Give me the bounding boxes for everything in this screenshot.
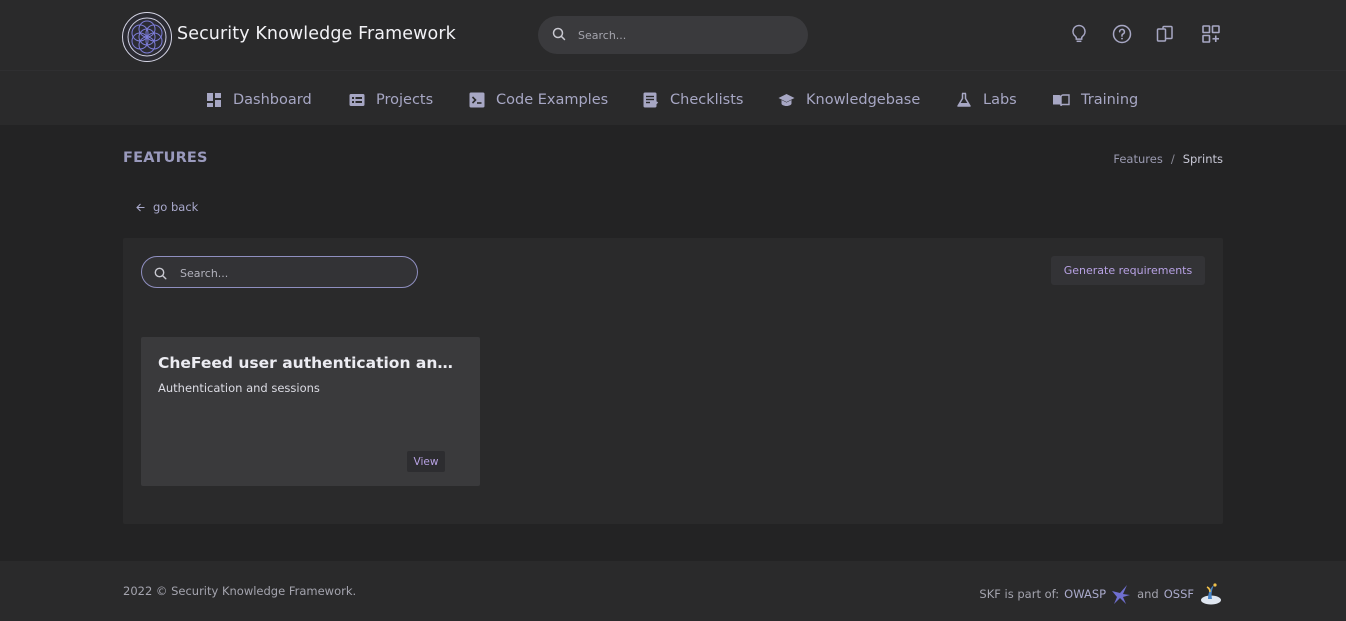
nav-dashboard[interactable]: Dashboard: [206, 89, 312, 111]
sprint-card-subtitle: Authentication and sessions: [158, 381, 320, 395]
flask-icon: [957, 92, 971, 107]
nav-projects-label: Projects: [376, 92, 434, 108]
search-icon: [154, 267, 167, 280]
help-circle-icon[interactable]: [1111, 23, 1133, 45]
nav-labs-label: Labs: [983, 92, 1017, 108]
sprint-search-input[interactable]: [180, 263, 405, 283]
nav-checklists-label: Checklists: [670, 92, 744, 108]
sprint-card: CheFeed user authentication and sessions…: [141, 337, 480, 486]
nav-training-label: Training: [1081, 92, 1139, 108]
search-icon: [552, 27, 566, 41]
nav-code-examples[interactable]: Code Examples: [469, 89, 608, 111]
nav-knowledgebase[interactable]: Knowledgebase: [778, 89, 920, 111]
school-icon: [778, 94, 795, 106]
top-bar: Security Knowledge Framework: [0, 0, 1346, 70]
arrow-left-icon: [136, 203, 145, 211]
brand-title[interactable]: Security Knowledge Framework: [177, 24, 456, 44]
page-title: FEATURES: [123, 150, 208, 166]
owasp-logo-icon[interactable]: [1110, 583, 1132, 605]
ossf-logo-icon[interactable]: [1199, 581, 1223, 607]
nav-knowledgebase-label: Knowledgebase: [806, 92, 921, 108]
dashboard-icon: [207, 93, 221, 107]
projects-icon: [349, 94, 365, 106]
partner-prefix: SKF is part of:: [979, 587, 1060, 601]
terminal-icon: [469, 92, 485, 108]
partner-links: SKF is part of: OWASP and OSSF: [979, 581, 1223, 607]
ossf-link[interactable]: OSSF: [1164, 587, 1194, 601]
global-search-input[interactable]: [578, 25, 788, 45]
go-back-link[interactable]: go back: [136, 200, 198, 214]
and-text: and: [1137, 587, 1159, 601]
skf-logo[interactable]: [122, 12, 172, 62]
owasp-link[interactable]: OWASP: [1064, 587, 1106, 601]
breadcrumb-separator: /: [1170, 152, 1175, 166]
main-nav: Dashboard Projects Code Examples Checkli…: [0, 70, 1346, 125]
breadcrumb: Features / Sprints: [1113, 152, 1223, 166]
breadcrumb-sprints: Sprints: [1182, 152, 1223, 166]
book-open-icon: [1053, 94, 1070, 107]
sprint-card-title: CheFeed user authentication and sessions: [158, 354, 461, 372]
sprint-search: [141, 256, 418, 288]
footer: 2022 © Security Knowledge Framework. SKF…: [0, 561, 1346, 621]
nav-projects[interactable]: Projects: [349, 89, 433, 111]
view-sprint-button[interactable]: View: [407, 451, 445, 472]
breadcrumb-features[interactable]: Features: [1113, 152, 1162, 166]
lightbulb-icon[interactable]: [1068, 23, 1090, 45]
book-icon[interactable]: [1154, 23, 1176, 45]
checklist-icon: [643, 92, 659, 108]
nav-training[interactable]: Training: [1052, 89, 1138, 111]
flower-of-life-icon: [127, 17, 167, 57]
nav-code-examples-label: Code Examples: [496, 92, 609, 108]
nav-dashboard-label: Dashboard: [233, 92, 312, 108]
generate-requirements-button[interactable]: Generate requirements: [1051, 256, 1205, 285]
global-search: [538, 16, 808, 54]
sprints-panel: Generate requirements CheFeed user authe…: [123, 238, 1223, 524]
copyright-text: 2022 © Security Knowledge Framework.: [123, 584, 357, 598]
go-back-label: go back: [153, 200, 199, 214]
apps-add-icon[interactable]: [1200, 23, 1222, 45]
nav-labs[interactable]: Labs: [956, 89, 1017, 111]
nav-checklists[interactable]: Checklists: [643, 89, 743, 111]
